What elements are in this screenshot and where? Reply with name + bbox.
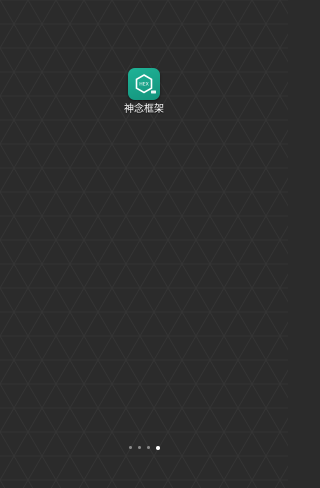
- page-indicator: [0, 445, 288, 450]
- app-label: 神念框架: [124, 104, 164, 115]
- app-shortcut-shennian-framework[interactable]: HEX 神念框架: [112, 68, 176, 116]
- hexagon-framework-icon: HEX: [128, 68, 160, 100]
- page-dot-1: [128, 446, 132, 449]
- page-dot-4-active: [155, 445, 160, 450]
- page-dot-3: [146, 446, 150, 449]
- page-dot-2: [137, 446, 141, 449]
- icon-hex-text: HEX: [139, 82, 149, 88]
